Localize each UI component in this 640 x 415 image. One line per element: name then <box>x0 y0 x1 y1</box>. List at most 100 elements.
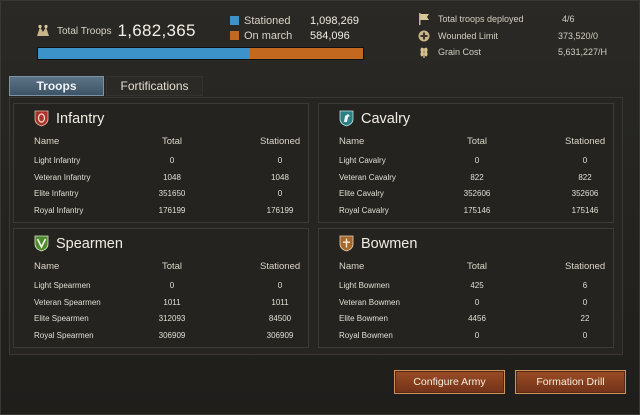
column-name: Name <box>339 136 365 147</box>
column-stationed: Stationed <box>260 261 301 272</box>
bowmen-icon <box>339 235 354 252</box>
troop-total: 0 <box>169 281 175 290</box>
table-row: Light Bowmen 425 6 <box>339 281 607 298</box>
spearmen-panel: Spearmen Name Total Stationed Light Spea… <box>13 228 309 348</box>
cavalry-icon <box>339 110 354 127</box>
troop-stationed: 176199 <box>266 206 294 216</box>
troop-name: Royal Bowmen <box>339 331 393 341</box>
total-troops-label: Total Troops <box>57 25 112 37</box>
army-stats: Total troops deployed 4/6 Wounded Limit … <box>417 11 617 61</box>
troop-stationed: 6 <box>582 281 588 290</box>
troop-name: Elite Cavalry <box>339 189 384 199</box>
troop-stationed: 0 <box>277 156 283 165</box>
spearmen-title: Spearmen <box>56 235 123 252</box>
stationed-swatch <box>230 16 239 25</box>
troop-name: Elite Infantry <box>34 189 79 199</box>
troops-deployed-value: 4/6 <box>562 14 575 25</box>
column-total: Total <box>161 261 183 272</box>
troop-total: 352606 <box>463 189 491 199</box>
formation-drill-button[interactable]: Formation Drill <box>515 370 626 394</box>
troop-name: Elite Bowmen <box>339 314 388 324</box>
grain-cost-label: Grain Cost <box>438 47 482 58</box>
table-row: Elite Bowmen 4456 22 <box>339 314 607 331</box>
troop-total: 4456 <box>468 314 486 324</box>
table-row: Veteran Cavalry 822 822 <box>339 173 607 190</box>
table-row: Light Infantry 0 0 <box>34 156 302 173</box>
table-row: Light Cavalry 0 0 <box>339 156 607 173</box>
troop-name: Veteran Bowmen <box>339 297 400 307</box>
column-stationed: Stationed <box>565 136 606 147</box>
troop-name: Light Cavalry <box>339 156 386 165</box>
stationed-value: 1,098,269 <box>310 14 359 27</box>
infantry-title: Infantry <box>56 110 105 127</box>
troop-total: 351650 <box>158 189 186 199</box>
table-row: Royal Bowmen 0 0 <box>339 331 607 348</box>
troop-name: Light Spearmen <box>34 281 91 290</box>
troops-content: Infantry Name Total Stationed Light Infa… <box>9 97 623 355</box>
stationed-fill <box>38 48 251 59</box>
troop-name: Elite Spearmen <box>34 314 89 324</box>
troop-total: 306909 <box>158 331 186 341</box>
tab-troops[interactable]: Troops <box>9 76 104 96</box>
column-name: Name <box>34 136 60 147</box>
column-name: Name <box>34 261 60 272</box>
troop-stationed: 0 <box>582 156 588 165</box>
cavalry-title: Cavalry <box>361 110 411 127</box>
column-total: Total <box>466 136 488 147</box>
deployment-progress-bar <box>37 47 364 60</box>
tab-bar: Troops Fortifications <box>9 76 203 96</box>
troops-deployed-label: Total troops deployed <box>438 14 524 25</box>
troop-stationed: 352606 <box>571 189 599 199</box>
column-stationed: Stationed <box>260 136 301 147</box>
troop-name: Royal Infantry <box>34 206 84 216</box>
troop-name: Veteran Cavalry <box>339 172 396 182</box>
infantry-panel: Infantry Name Total Stationed Light Infa… <box>13 103 309 223</box>
table-row: Royal Infantry 176199 176199 <box>34 206 302 223</box>
troop-stationed: 84500 <box>268 314 292 324</box>
table-row: Royal Cavalry 175146 175146 <box>339 206 607 223</box>
flag-icon <box>417 12 431 26</box>
deployment-legend: Stationed 1,098,269 On march 584,096 <box>230 13 359 43</box>
cavalry-panel: Cavalry Name Total Stationed Light Caval… <box>318 103 614 223</box>
troop-total: 312093 <box>158 314 186 324</box>
column-name: Name <box>339 261 365 272</box>
troop-stationed: 822 <box>578 172 592 182</box>
troop-name: Light Bowmen <box>339 281 390 290</box>
table-row: Elite Cavalry 352606 352606 <box>339 189 607 206</box>
column-total: Total <box>161 136 183 147</box>
table-row: Veteran Spearmen 1011 1011 <box>34 298 302 315</box>
table-row: Light Spearmen 0 0 <box>34 281 302 298</box>
column-total: Total <box>466 261 488 272</box>
wounded-limit-value: 373,520/0 <box>558 30 599 41</box>
tab-fortifications[interactable]: Fortifications <box>106 76 203 96</box>
troop-name: Royal Spearmen <box>34 331 94 341</box>
troop-name: Light Infantry <box>34 156 81 165</box>
stationed-label: Stationed <box>244 14 291 27</box>
troop-stationed: 306909 <box>266 331 294 341</box>
troop-total: 1011 <box>163 297 181 307</box>
wounded-limit-label: Wounded Limit <box>438 30 498 41</box>
on-march-swatch <box>230 31 239 40</box>
troop-stationed: 0 <box>582 297 588 307</box>
on-march-value: 584,096 <box>310 29 350 42</box>
total-troops-value: 1,682,365 <box>117 21 196 40</box>
configure-army-button[interactable]: Configure Army <box>394 370 505 394</box>
troop-stationed: 22 <box>580 314 590 324</box>
on-march-label: On march <box>244 29 293 42</box>
troop-total: 0 <box>474 297 480 307</box>
troop-stationed: 0 <box>277 281 283 290</box>
table-row: Veteran Infantry 1048 1048 <box>34 173 302 190</box>
troops-window: Total Troops 1,682,365 Stationed 1,098,2… <box>0 0 640 415</box>
infantry-icon <box>34 110 49 127</box>
troop-total: 0 <box>169 156 175 165</box>
troops-icon <box>35 23 51 39</box>
table-row: Elite Spearmen 312093 84500 <box>34 314 302 331</box>
troop-total: 1048 <box>163 172 181 182</box>
troop-stationed: 1048 <box>271 172 289 182</box>
troop-total: 0 <box>474 156 480 165</box>
troop-total: 425 <box>470 281 484 290</box>
troop-total: 0 <box>474 331 480 341</box>
troop-name: Veteran Infantry <box>34 172 91 182</box>
grain-cost-value: 5,631,227/H <box>558 47 608 58</box>
table-row: Royal Spearmen 306909 306909 <box>34 331 302 348</box>
